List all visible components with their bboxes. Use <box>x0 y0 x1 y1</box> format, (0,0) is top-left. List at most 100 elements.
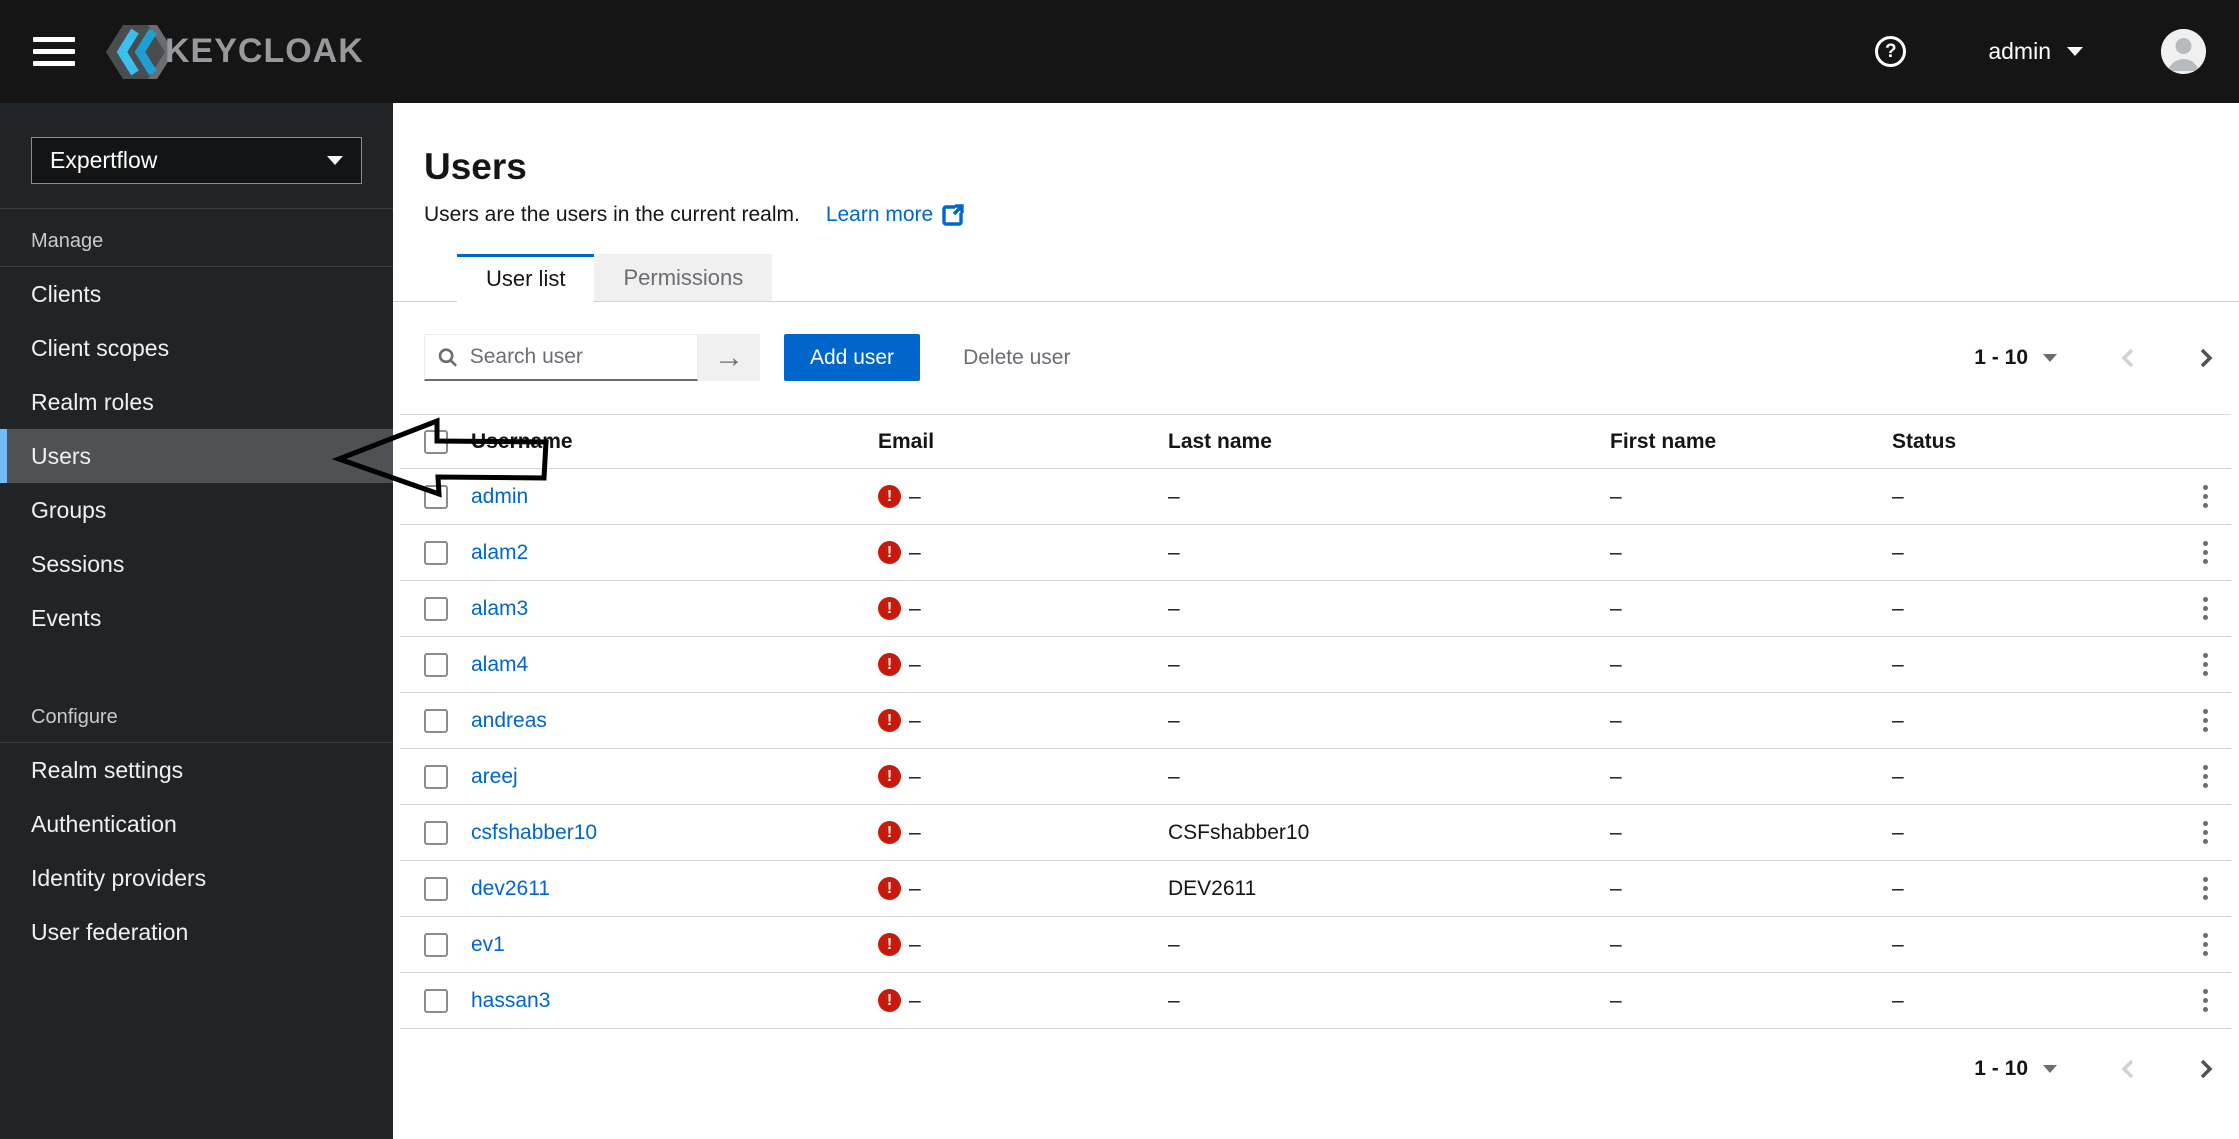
sidebar-item-realm-roles[interactable]: Realm roles <box>0 375 393 429</box>
delete-user-button[interactable]: Delete user <box>963 346 1070 370</box>
status-cell: – <box>1876 636 2180 693</box>
table-header-row: Username Email Last name First name Stat… <box>400 414 2231 469</box>
tab-user-list[interactable]: User list <box>457 254 595 302</box>
search-icon <box>438 347 458 367</box>
row-checkbox[interactable] <box>424 764 448 789</box>
row-checkbox[interactable] <box>424 932 448 957</box>
tab-bar: User list Permissions <box>393 254 2239 302</box>
row-checkbox[interactable] <box>424 596 448 621</box>
kebab-icon <box>2203 877 2208 882</box>
status-cell: – <box>1876 580 2180 637</box>
brand-text: KEYCLOAK <box>165 32 364 70</box>
tab-permissions[interactable]: Permissions <box>594 254 773 302</box>
sidebar-item-groups[interactable]: Groups <box>0 483 393 537</box>
row-checkbox[interactable] <box>424 484 448 509</box>
row-actions-kebab-button[interactable] <box>2197 533 2214 572</box>
previous-page-button[interactable] <box>2119 1057 2136 1081</box>
user-link[interactable]: areej <box>471 765 518 788</box>
chevron-right-icon <box>2200 348 2213 367</box>
page-description: Users are the users in the current realm… <box>424 203 800 226</box>
table-row: csfshabber10 ! – CSFshabber10 – – <box>400 804 2231 861</box>
nav-toggle-icon[interactable] <box>33 30 77 73</box>
previous-page-button[interactable] <box>2119 346 2136 370</box>
sidebar-item-user-federation[interactable]: User federation <box>0 905 393 959</box>
user-link[interactable]: admin <box>471 485 528 508</box>
sidebar-item-identity-providers[interactable]: Identity providers <box>0 851 393 905</box>
help-icon[interactable]: ? <box>1875 36 1907 67</box>
next-page-button[interactable] <box>2198 346 2215 370</box>
sidebar-item-clients[interactable]: Clients <box>0 267 393 321</box>
row-checkbox[interactable] <box>424 540 448 565</box>
last-name-cell: – <box>1152 692 1594 749</box>
kebab-icon <box>2203 709 2208 714</box>
row-checkbox[interactable] <box>424 876 448 901</box>
next-page-button[interactable] <box>2198 1057 2215 1081</box>
user-link[interactable]: andreas <box>471 709 547 732</box>
status-cell: – <box>1876 804 2180 861</box>
row-actions-kebab-button[interactable] <box>2197 869 2214 908</box>
row-actions-kebab-button[interactable] <box>2197 477 2214 516</box>
row-actions-kebab-button[interactable] <box>2197 757 2214 796</box>
sidebar-item-authentication[interactable]: Authentication <box>0 797 393 851</box>
pagination-bottom: 1 - 10 <box>1974 1057 2215 1081</box>
sidebar-item-realm-settings[interactable]: Realm settings <box>0 743 393 797</box>
table-row: alam2 ! – – – – <box>400 524 2231 581</box>
pagination-range: 1 - 10 <box>1974 1057 2028 1080</box>
learn-more-link[interactable]: Learn more <box>826 203 964 227</box>
add-user-button[interactable]: Add user <box>784 334 921 381</box>
avatar[interactable] <box>2161 29 2206 74</box>
last-name-cell: CSFshabber10 <box>1152 804 1594 861</box>
search-input[interactable] <box>469 345 685 369</box>
user-link[interactable]: alam2 <box>471 541 528 564</box>
realm-selector-dropdown[interactable]: Expertflow <box>31 137 362 184</box>
user-link[interactable]: ev1 <box>471 933 505 956</box>
sidebar-item-users[interactable]: Users <box>0 429 393 483</box>
table-row: alam4 ! – – – – <box>400 636 2231 693</box>
row-checkbox[interactable] <box>424 652 448 677</box>
user-link[interactable]: csfshabber10 <box>471 821 597 844</box>
email-error-icon: ! <box>878 541 901 564</box>
row-actions-kebab-button[interactable] <box>2197 645 2214 684</box>
select-all-checkbox[interactable] <box>424 429 448 454</box>
row-actions-kebab-button[interactable] <box>2197 701 2214 740</box>
status-cell: – <box>1876 860 2180 917</box>
status-cell: – <box>1876 692 2180 749</box>
first-name-cell: – <box>1594 916 1876 973</box>
status-cell: – <box>1876 972 2180 1029</box>
email-error-icon: ! <box>878 933 901 956</box>
sidebar: Expertflow Manage Clients Client scopes … <box>0 103 393 1139</box>
sidebar-item-sessions[interactable]: Sessions <box>0 537 393 591</box>
row-checkbox[interactable] <box>424 708 448 733</box>
nav-section-configure: Configure Realm settings Authentication … <box>0 685 393 959</box>
user-menu-dropdown[interactable]: admin <box>1988 38 2083 65</box>
last-name-cell: – <box>1152 468 1594 525</box>
last-name-cell: DEV2611 <box>1152 860 1594 917</box>
column-header-first-name: First name <box>1594 414 1876 469</box>
row-actions-kebab-button[interactable] <box>2197 589 2214 628</box>
user-link[interactable]: alam3 <box>471 597 528 620</box>
row-checkbox[interactable] <box>424 988 448 1013</box>
user-link[interactable]: hassan3 <box>471 989 550 1012</box>
row-actions-kebab-button[interactable] <box>2197 925 2214 964</box>
column-header-last-name: Last name <box>1152 414 1594 469</box>
nav-section-manage: Manage Clients Client scopes Realm roles… <box>0 209 393 645</box>
first-name-cell: – <box>1594 524 1876 581</box>
row-actions-kebab-button[interactable] <box>2197 813 2214 852</box>
row-checkbox[interactable] <box>424 820 448 845</box>
pagination-options-toggle[interactable]: 1 - 10 <box>1974 1057 2057 1081</box>
sidebar-item-client-scopes[interactable]: Client scopes <box>0 321 393 375</box>
user-link[interactable]: alam4 <box>471 653 528 676</box>
first-name-cell: – <box>1594 972 1876 1029</box>
kebab-icon <box>2203 821 2208 826</box>
user-link[interactable]: dev2611 <box>471 877 550 900</box>
last-name-cell: – <box>1152 580 1594 637</box>
nav-section-title: Configure <box>0 685 393 743</box>
sidebar-item-events[interactable]: Events <box>0 591 393 645</box>
kebab-icon <box>2203 653 2208 658</box>
row-actions-kebab-button[interactable] <box>2197 981 2214 1020</box>
chevron-down-icon <box>2043 353 2057 362</box>
users-table: Username Email Last name First name Stat… <box>400 414 2231 1029</box>
search-submit-button[interactable]: → <box>698 334 760 381</box>
pagination-options-toggle[interactable]: 1 - 10 <box>1974 346 2057 370</box>
email-error-icon: ! <box>878 989 901 1012</box>
